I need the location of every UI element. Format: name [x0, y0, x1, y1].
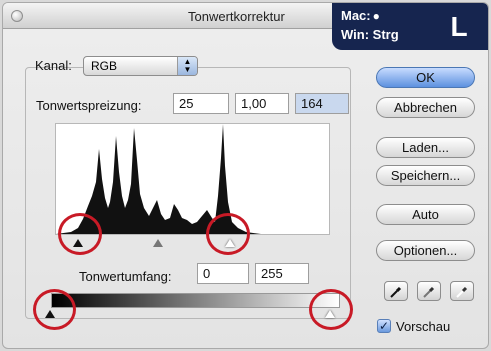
input-gamma-slider[interactable]	[153, 239, 163, 247]
shortcut-key: L	[450, 11, 468, 42]
win-shortcut: Win: Strg	[341, 27, 399, 42]
input-gamma-field[interactable]: 1,00	[235, 93, 289, 114]
options-button[interactable]: Optionen...	[376, 240, 475, 261]
highlight-ring	[58, 213, 102, 255]
preview-checkbox[interactable]: ✓	[377, 319, 391, 333]
black-eyedropper-icon[interactable]	[384, 281, 408, 301]
save-button[interactable]: Speichern...	[376, 165, 475, 186]
output-gradient-bar	[51, 293, 340, 308]
ok-button[interactable]: OK	[376, 67, 475, 88]
updown-arrows-icon: ▲ ▼	[177, 57, 197, 75]
preview-label: Vorschau	[396, 319, 451, 334]
histogram-graph	[56, 124, 329, 234]
channel-value: RGB	[91, 59, 118, 73]
highlight-ring	[309, 289, 353, 330]
close-button[interactable]	[11, 10, 23, 22]
input-black-field[interactable]: 25	[173, 93, 229, 114]
load-button[interactable]: Laden...	[376, 137, 475, 158]
input-levels-label: Tonwertspreizung:	[36, 98, 142, 113]
apple-icon: ●	[372, 9, 380, 23]
mac-shortcut: Mac: ●	[341, 8, 380, 23]
keyboard-shortcut-badge: Mac: ● Win: Strg L	[332, 3, 488, 50]
cancel-button[interactable]: Abbrechen	[376, 97, 475, 118]
output-white-field[interactable]: 255	[255, 263, 309, 284]
output-levels-label: Tonwertumfang:	[79, 269, 172, 284]
mac-label: Mac:	[341, 8, 371, 23]
output-black-field[interactable]: 0	[197, 263, 249, 284]
highlight-ring	[33, 289, 76, 330]
histogram	[55, 123, 330, 235]
channel-label: Kanal:	[35, 58, 72, 73]
input-white-field[interactable]: 164	[295, 93, 349, 114]
white-eyedropper-icon[interactable]	[450, 281, 474, 301]
window-title: Tonwertkorrektur	[188, 9, 285, 24]
auto-button[interactable]: Auto	[376, 204, 475, 225]
histogram-curve	[56, 124, 329, 234]
channel-select[interactable]: RGB ▲ ▼	[83, 56, 198, 76]
levels-dialog: Tonwertkorrektur Mac: ● Win: Strg L Kanal…	[2, 2, 489, 349]
highlight-ring	[206, 213, 250, 255]
gray-eyedropper-icon[interactable]	[417, 281, 441, 301]
